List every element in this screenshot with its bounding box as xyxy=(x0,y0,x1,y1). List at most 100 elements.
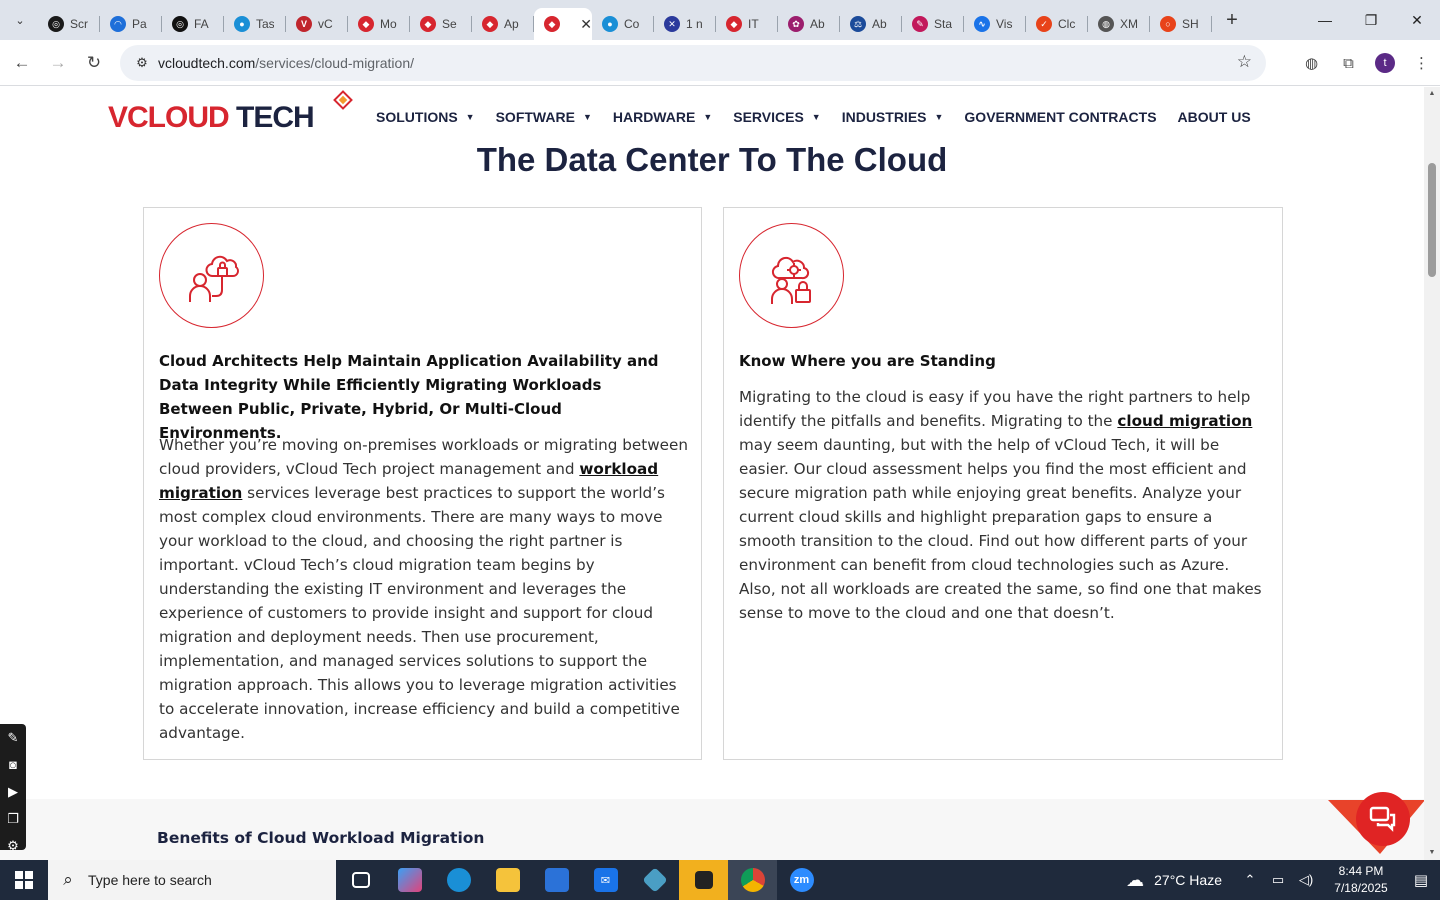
logo-wordmark: VCLOUD TECH xyxy=(108,101,315,134)
tab-close-icon[interactable]: ✕ xyxy=(580,16,592,33)
browser-tab[interactable]: ◎ Scr xyxy=(38,8,100,40)
zoom-app[interactable]: zm xyxy=(777,860,826,900)
browser-tab[interactable]: ✎ Sta xyxy=(902,8,964,40)
tab-search-button[interactable]: ⌄ xyxy=(6,6,34,34)
browser-tab[interactable]: ◆ Se xyxy=(410,8,472,40)
extensions-icon[interactable]: ⧉ xyxy=(1330,45,1367,81)
new-tab-button[interactable]: + xyxy=(1218,6,1246,34)
browser-tab[interactable]: ● Tas xyxy=(224,8,286,40)
tab-title: Sta xyxy=(934,17,952,31)
site-info-icon[interactable]: ⚙ xyxy=(128,55,156,71)
left-card-body: Whether you’re moving on-premises worklo… xyxy=(159,433,689,745)
browser-tab[interactable]: ◎ FA xyxy=(162,8,224,40)
browser-tab[interactable]: ∿ Vis xyxy=(964,8,1026,40)
scroll-down-arrow[interactable]: ▼ xyxy=(1424,846,1440,860)
url-text[interactable]: vcloudtech.com/services/cloud-migration/ xyxy=(158,55,414,71)
sticky-notes-app[interactable] xyxy=(679,860,728,900)
tab-favicon-icon: ◆ xyxy=(482,16,498,32)
browser-tab[interactable]: ● Co xyxy=(592,8,654,40)
clock[interactable]: 8:44 PM 7/18/2025 xyxy=(1328,863,1394,897)
folder-icon xyxy=(495,868,520,892)
nav-item-government-contracts[interactable]: GOVERNMENT CONTRACTS xyxy=(964,109,1156,125)
translate-icon[interactable]: ◍ xyxy=(1293,45,1330,81)
taskbar-search[interactable]: ⌕ Type here to search xyxy=(48,860,336,900)
volume-icon[interactable]: ◁) xyxy=(1294,872,1318,888)
network-icon[interactable]: ▭ xyxy=(1266,872,1290,888)
nav-item-hardware[interactable]: HARDWARE ▼ xyxy=(613,109,712,125)
generic-app[interactable] xyxy=(630,860,679,900)
tab-favicon-icon: ◆ xyxy=(358,16,374,32)
edge-app[interactable] xyxy=(434,860,483,900)
task-view-button[interactable] xyxy=(336,860,385,900)
chat-icon xyxy=(1369,806,1396,832)
browser-tab[interactable]: ◍ XM xyxy=(1088,8,1150,40)
cloud-migration-link[interactable]: cloud migration xyxy=(1117,412,1252,430)
weather-text: 27°C Haze xyxy=(1154,872,1222,888)
browser-tab[interactable]: ⚖ Ab xyxy=(840,8,902,40)
back-button[interactable]: ← xyxy=(4,45,40,81)
file-explorer-app[interactable] xyxy=(483,860,532,900)
scroll-up-arrow[interactable]: ▲ xyxy=(1424,87,1440,101)
camera-icon[interactable]: ◙ xyxy=(0,751,26,778)
minimize-button[interactable]: — xyxy=(1302,0,1348,40)
logo-diamond-icon xyxy=(333,90,353,110)
store-icon xyxy=(544,868,569,892)
vcloud-tech-logo[interactable]: VCLOUD TECH xyxy=(108,89,356,137)
chrome-app[interactable] xyxy=(728,860,777,900)
address-bar[interactable]: ⚙ vcloudtech.com/services/cloud-migratio… xyxy=(120,45,1266,81)
nav-item-industries[interactable]: INDUSTRIES ▼ xyxy=(842,109,944,125)
url-path: /services/cloud-migration/ xyxy=(255,55,415,71)
browser-tab[interactable]: ◆ Ap xyxy=(472,8,534,40)
browser-tab[interactable]: VvC xyxy=(286,8,348,40)
page-scrollbar[interactable]: ▲ ▼ xyxy=(1424,87,1440,860)
nav-item-label: HARDWARE xyxy=(612,109,696,125)
cloud-architects-card: Cloud Architects Help Maintain Applicati… xyxy=(143,207,702,760)
nav-item-about-us[interactable]: ABOUT US xyxy=(1178,109,1251,125)
start-button[interactable] xyxy=(0,860,48,900)
tab-favicon-icon: ✓ xyxy=(1036,16,1052,32)
right-card-text-b: may seem daunting, but with the help of … xyxy=(739,436,1262,622)
store-app[interactable] xyxy=(532,860,581,900)
bookmark-star-icon[interactable]: ☆ xyxy=(1237,52,1252,72)
nav-item-services[interactable]: SERVICES ▼ xyxy=(733,109,820,125)
browser-tab-active[interactable]: ◆ ✕ xyxy=(534,8,592,40)
video-icon[interactable]: ▶ xyxy=(0,778,26,805)
copilot-app[interactable] xyxy=(385,860,434,900)
window-icon[interactable]: ❐ xyxy=(0,805,26,832)
browser-tab[interactable]: ✿ Ab xyxy=(778,8,840,40)
profile-avatar[interactable]: t xyxy=(1375,53,1395,73)
clock-time: 8:44 PM xyxy=(1338,864,1384,878)
sticky-notes-icon xyxy=(694,871,713,889)
tab-favicon-icon: ∿ xyxy=(974,16,990,32)
browser-menu-icon[interactable]: ⋮ xyxy=(1403,45,1440,81)
tab-title: Co xyxy=(624,17,640,31)
pen-icon[interactable]: ✎ xyxy=(0,724,26,751)
browser-tab[interactable]: ✕ 1 n xyxy=(654,8,716,40)
forward-button[interactable]: → xyxy=(40,45,76,81)
tab-title: Pa xyxy=(132,17,147,31)
reload-button[interactable]: ↻ xyxy=(76,45,112,81)
maximize-button[interactable]: ❐ xyxy=(1348,0,1394,40)
browser-tab[interactable]: ◆ IT xyxy=(716,8,778,40)
scrollbar-thumb[interactable] xyxy=(1428,163,1436,277)
browser-tab[interactable]: ◆ Mo xyxy=(348,8,410,40)
nav-item-solutions[interactable]: SOLUTIONS ▼ xyxy=(376,109,475,125)
chat-button[interactable] xyxy=(1356,792,1410,846)
search-icon: ⌕ xyxy=(63,870,73,889)
browser-tab[interactable]: ◠ Pa xyxy=(100,8,162,40)
browser-tab[interactable]: ○ SH xyxy=(1150,8,1212,40)
weather-widget[interactable]: ☁ 27°C Haze xyxy=(1126,870,1222,891)
browser-tab[interactable]: ✓ Clc xyxy=(1026,8,1088,40)
settings-gear-icon[interactable]: ⚙ xyxy=(0,832,26,859)
tab-favicon-icon: ◎ xyxy=(48,16,64,32)
show-hidden-icons[interactable]: ⌃ xyxy=(1238,872,1262,888)
tab-title: FA xyxy=(194,17,209,31)
left-card-title: Cloud Architects Help Maintain Applicati… xyxy=(159,352,659,442)
window-close-button[interactable]: ✕ xyxy=(1394,0,1440,40)
tab-title: Ab xyxy=(872,17,887,31)
nav-item-software[interactable]: SOFTWARE ▼ xyxy=(496,109,592,125)
task-view-icon xyxy=(351,872,370,888)
notification-center-icon[interactable]: ▤ xyxy=(1402,871,1440,889)
mail-app[interactable]: ✉ xyxy=(581,860,630,900)
diamond-app-icon xyxy=(641,867,668,893)
